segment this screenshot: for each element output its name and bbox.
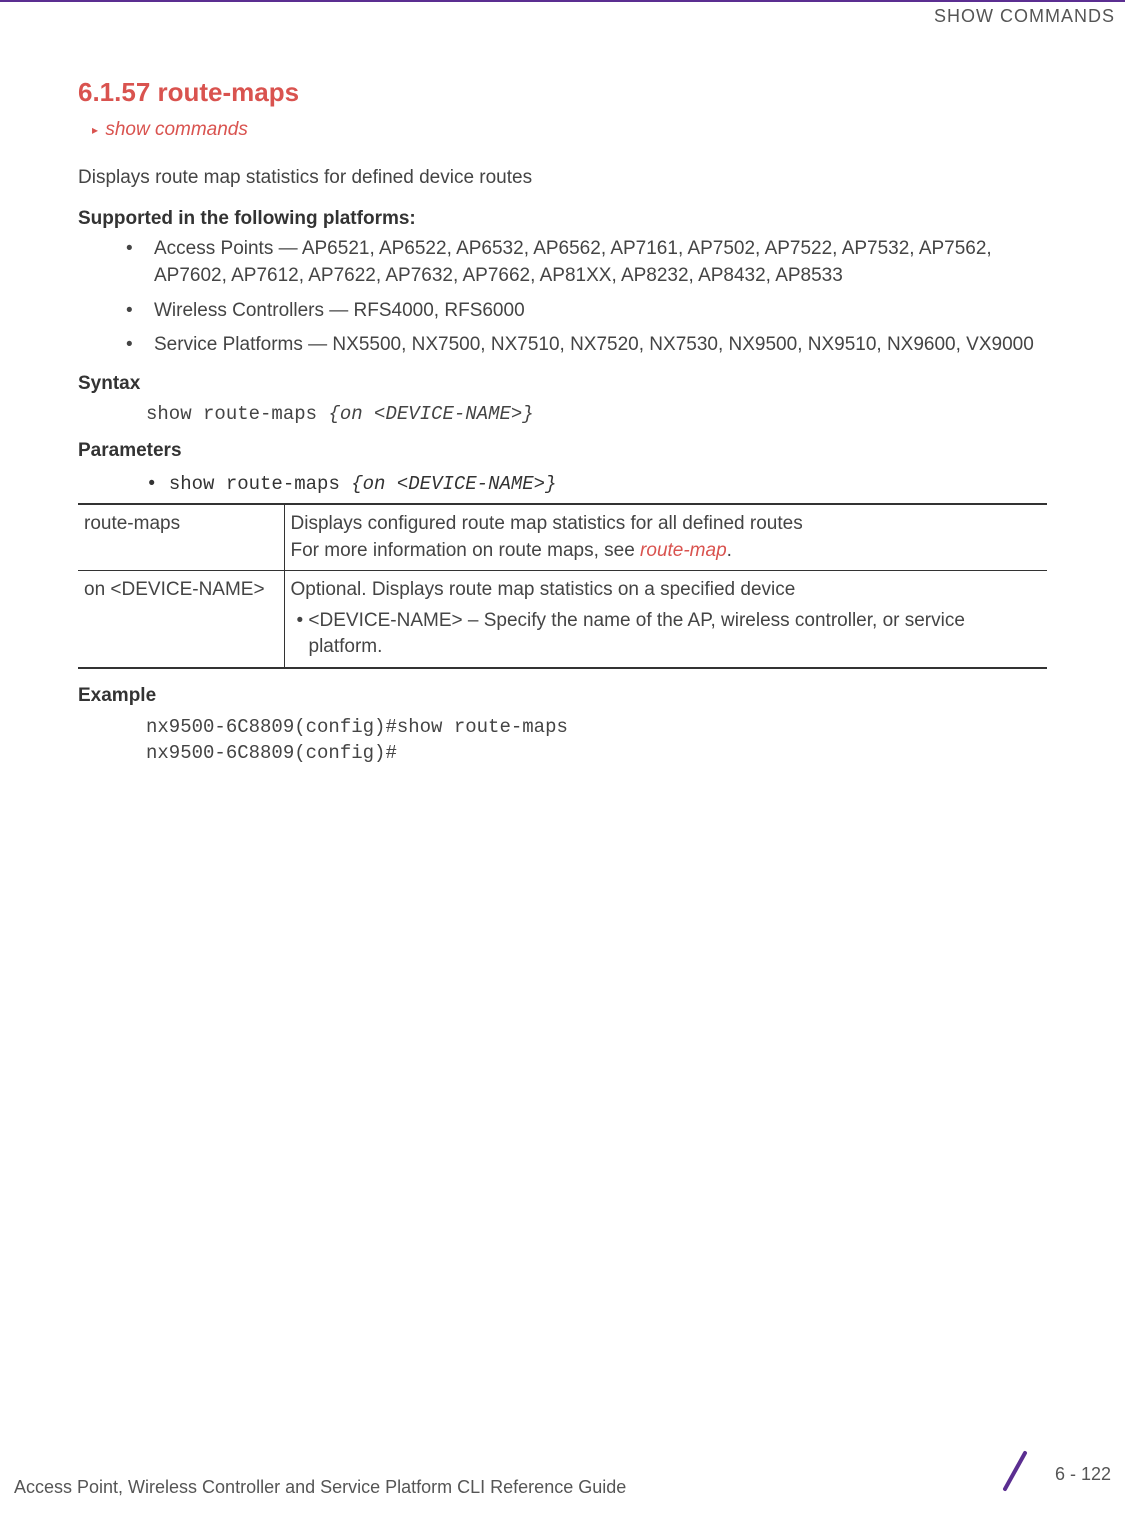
table-row: route-maps Displays configured route map…: [78, 504, 1047, 571]
list-item: Access Points — AP6521, AP6522, AP6532, …: [126, 236, 1047, 289]
list-item: Service Platforms — NX5500, NX7500, NX75…: [126, 332, 1047, 359]
example-code: nx9500-6C8809(config)#show route-maps nx…: [146, 714, 1047, 767]
bullet: •: [146, 473, 169, 495]
syntax-heading: Syntax: [78, 371, 1047, 398]
footer-guide-title: Access Point, Wireless Controller and Se…: [14, 1475, 626, 1500]
example-heading: Example: [78, 683, 1047, 710]
footer-right: 6 - 122: [993, 1449, 1111, 1500]
section-title: 6.1.57 route-maps: [78, 74, 1047, 110]
page-number: 6 - 122: [1055, 1462, 1111, 1487]
code-italic: {on <DEVICE-NAME>}: [328, 403, 533, 425]
parameter-line: • show route-maps {on <DEVICE-NAME>}: [146, 471, 1047, 498]
page-footer: Access Point, Wireless Controller and Se…: [0, 1449, 1125, 1500]
param-desc: Optional. Displays route map statistics …: [284, 571, 1047, 668]
supported-heading: Supported in the following platforms:: [78, 206, 1047, 233]
table-row: on <DEVICE-NAME> Optional. Displays rout…: [78, 571, 1047, 668]
desc-text: Displays configured route map statistics…: [291, 511, 1038, 538]
param-desc: Displays configured route map statistics…: [284, 504, 1047, 571]
desc-text: Optional. Displays route map statistics …: [291, 577, 1038, 604]
chapter-label: SHOW COMMANDS: [934, 6, 1115, 26]
breadcrumb-link[interactable]: show commands: [92, 117, 1047, 144]
platform-list: Access Points — AP6521, AP6522, AP6532, …: [78, 236, 1047, 358]
parameters-table: route-maps Displays configured route map…: [78, 503, 1047, 669]
desc-pre: For more information on route maps, see: [291, 540, 641, 561]
breadcrumb-text: show commands: [105, 119, 248, 140]
parameters-heading: Parameters: [78, 438, 1047, 465]
code-plain: show route-maps: [146, 403, 328, 425]
list-item: Wireless Controllers — RFS4000, RFS6000: [126, 298, 1047, 325]
param-name: on <DEVICE-NAME>: [78, 571, 284, 668]
desc-post: .: [727, 540, 732, 561]
page-header: SHOW COMMANDS: [0, 0, 1125, 29]
desc-bullet: • <DEVICE-NAME> – Specify the name of th…: [291, 608, 1038, 661]
syntax-code: show route-maps {on <DEVICE-NAME>}: [146, 401, 1047, 428]
param-name: route-maps: [78, 504, 284, 571]
page-content: 6.1.57 route-maps show commands Displays…: [0, 74, 1125, 767]
desc-text: For more information on route maps, see …: [291, 538, 1038, 565]
code-plain: show route-maps: [169, 473, 351, 495]
section-description: Displays route map statistics for define…: [78, 165, 1047, 192]
logo-slash-icon: [993, 1449, 1037, 1500]
route-map-link[interactable]: route-map: [640, 540, 727, 561]
code-italic: {on <DEVICE-NAME>}: [351, 473, 556, 495]
